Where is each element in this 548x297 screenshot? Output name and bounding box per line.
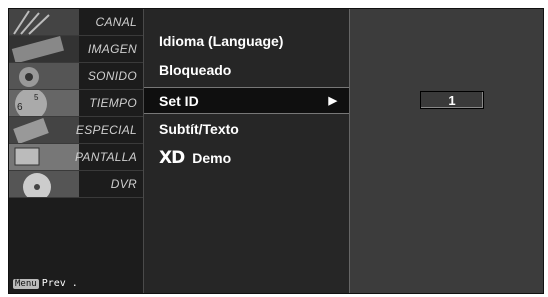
menu-item-label: Subtít/Texto (159, 121, 239, 137)
category-pantalla[interactable]: PANTALLA (9, 144, 143, 171)
category-dvr[interactable]: DVR (9, 171, 143, 198)
menu-item-subtitulo[interactable]: Subtít/Texto (144, 116, 349, 143)
category-label: TIEMPO (89, 96, 137, 110)
category-sonido[interactable]: SONIDO (9, 63, 143, 90)
menu-item-set-id[interactable]: Set ID ▶ (144, 87, 349, 114)
category-especial[interactable]: ESPECIAL (9, 117, 143, 144)
arrow-right-icon: ▶ (328, 95, 337, 107)
category-sidebar: CANAL IMAGEN SONIDO 65 TIEMPO ESPECIAL P… (9, 9, 143, 293)
menu-item-idioma[interactable]: Idioma (Language) (144, 28, 349, 55)
category-tiempo[interactable]: 65 TIEMPO (9, 90, 143, 117)
speaker-icon (9, 63, 79, 89)
special-icon (9, 117, 79, 143)
xd-logo-icon: XD (159, 148, 185, 168)
tv-menu-screen: CANAL IMAGEN SONIDO 65 TIEMPO ESPECIAL P… (8, 8, 544, 294)
category-label: DVR (110, 177, 137, 191)
menu-item-label: Set ID (159, 93, 199, 109)
category-label: PANTALLA (75, 150, 137, 164)
svg-text:6: 6 (17, 102, 23, 113)
disc-icon (9, 171, 79, 197)
prev-label: Prev . (41, 278, 78, 289)
clock-icon: 65 (9, 90, 79, 116)
category-label: IMAGEN (87, 42, 137, 56)
option-menu: Idioma (Language) Bloqueado Set ID ▶ Subt… (143, 9, 349, 293)
menu-item-label: Bloqueado (159, 62, 232, 78)
menu-item-label: Demo (192, 150, 232, 166)
menu-key-icon: Menu (13, 279, 39, 289)
antenna-icon (9, 9, 79, 35)
menu-item-label: Idioma (Language) (159, 33, 284, 49)
category-label: SONIDO (87, 69, 137, 83)
category-imagen[interactable]: IMAGEN (9, 36, 143, 63)
menu-item-bloqueado[interactable]: Bloqueado (144, 57, 349, 84)
category-label: CANAL (95, 15, 137, 29)
film-icon (9, 36, 79, 62)
screen-icon (9, 144, 79, 170)
category-canal[interactable]: CANAL (9, 9, 143, 36)
set-id-value-box[interactable]: 1 (420, 91, 484, 109)
prev-hint: Menu Prev . (13, 278, 78, 289)
value-panel: 1 (349, 9, 543, 293)
category-label: ESPECIAL (75, 123, 137, 137)
svg-text:5: 5 (34, 93, 39, 102)
menu-item-xd-demo[interactable]: XD Demo (144, 145, 349, 172)
